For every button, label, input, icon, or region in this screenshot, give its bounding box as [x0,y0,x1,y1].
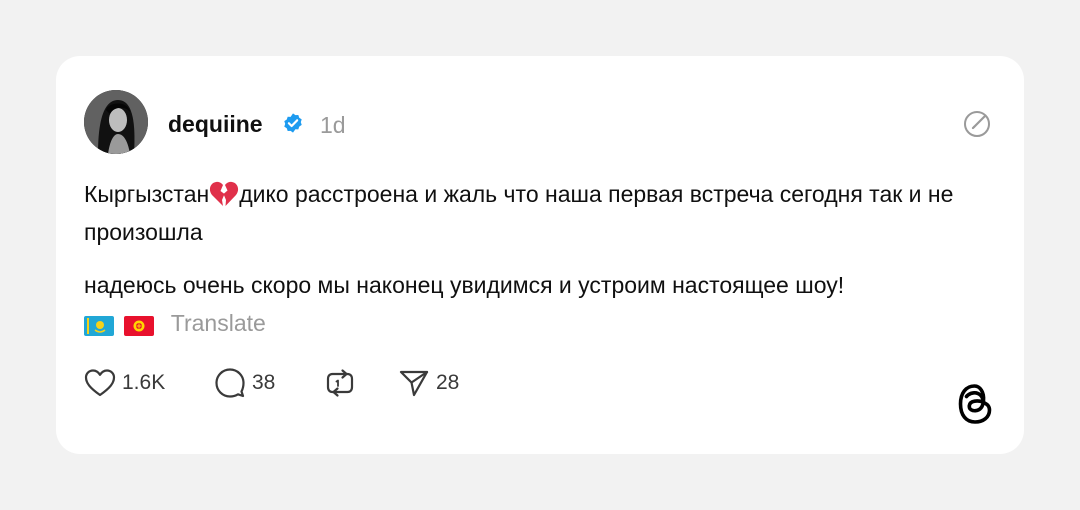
edit-icon[interactable] [962,109,992,139]
like-button[interactable]: 1.6K [84,366,165,400]
share-button[interactable]: 28 [398,366,459,400]
post-text-part: Кыргызстан [84,181,210,207]
post-time: 1d [320,112,346,138]
comment-icon [215,368,245,398]
repost-button[interactable] [324,366,356,400]
translate-link[interactable]: Translate [171,310,266,336]
share-count: 28 [436,371,460,394]
post-text-paragraph-1: Кыргызстан дико расстроена и жаль что на… [84,175,984,251]
broken-heart-icon [210,181,239,206]
verified-badge-icon [284,113,302,133]
reply-count: 38 [252,371,276,394]
heart-icon [84,369,116,397]
repost-icon [326,369,354,397]
threads-logo-icon[interactable] [956,383,994,425]
avatar[interactable] [84,90,148,154]
flag-kazakhstan-icon [84,316,114,336]
username[interactable]: dequiine [168,110,263,138]
flag-kyrgyzstan-icon [124,316,155,336]
reply-button[interactable]: 38 [214,366,275,400]
send-icon [399,370,429,397]
post-text-paragraph-2: надеюсь очень скоро мы наконец увидимся … [84,266,1004,342]
post-card: dequiine 1d Кыргызстан дико расстроена и… [56,56,1024,454]
like-count: 1.6K [122,371,166,394]
post-text-part: надеюсь очень скоро мы наконец увидимся … [84,272,845,298]
